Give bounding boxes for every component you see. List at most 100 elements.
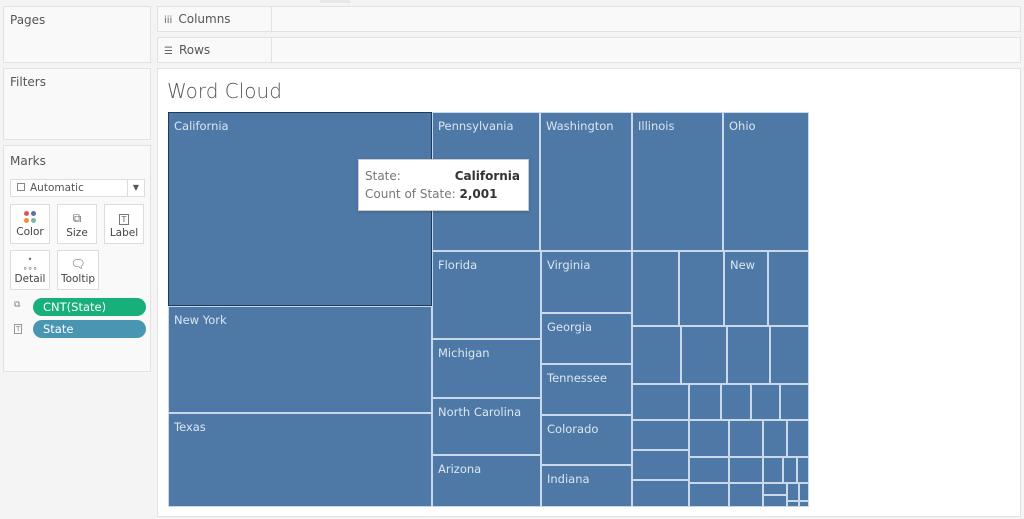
view-title: Word Cloud xyxy=(167,79,282,103)
label-icon: T xyxy=(105,209,143,227)
treemap-cell-indiana[interactable]: Indiana xyxy=(541,465,632,507)
size-pill-row: ⧉ CNT(State) xyxy=(10,298,146,316)
treemap-cell[interactable] xyxy=(768,251,809,326)
treemap-cell[interactable] xyxy=(727,326,770,384)
treemap-cell[interactable] xyxy=(679,251,724,326)
tooltip-state-key: State: xyxy=(365,169,401,183)
tooltip-count-value: 2,001 xyxy=(459,187,498,201)
cell-label: Indiana xyxy=(547,472,590,486)
rows-shelf-label: ☰ Rows xyxy=(158,38,272,62)
cell-label: Washington xyxy=(546,119,614,133)
treemap-cell-illinois[interactable]: Illinois xyxy=(632,112,723,251)
treemap-cell[interactable] xyxy=(632,384,689,420)
treemap-cell[interactable] xyxy=(681,326,727,384)
viz-view: Word Cloud California New York Texas Pennsy… xyxy=(157,68,1021,517)
treemap-cell[interactable] xyxy=(763,457,783,483)
treemap-cell-north-carolina[interactable]: North Carolina xyxy=(432,398,541,455)
treemap-cell-new[interactable]: New xyxy=(724,251,768,326)
treemap-cell[interactable] xyxy=(770,326,809,384)
treemap-cell[interactable] xyxy=(799,501,809,507)
tooltip-count-key: Count of State: xyxy=(365,187,456,201)
treemap-cell[interactable] xyxy=(763,495,787,507)
cell-label: Ohio xyxy=(729,119,756,133)
treemap-cell-michigan[interactable]: Michigan xyxy=(432,339,541,398)
tooltip-button[interactable]: 🗨 Tooltip xyxy=(57,250,99,290)
treemap-cell-texas[interactable]: Texas xyxy=(168,413,432,507)
treemap-cell[interactable] xyxy=(689,420,729,457)
treemap-cell[interactable] xyxy=(783,457,797,483)
columns-drop-area[interactable] xyxy=(272,7,1020,31)
marks-panel: Marks Automatic ▼ Color ⧉ Size T Label •… xyxy=(3,145,151,372)
columns-shelf: iii Columns xyxy=(157,6,1021,32)
treemap-cell[interactable] xyxy=(689,384,721,420)
treemap-cell-florida[interactable]: Florida xyxy=(432,251,541,339)
cell-label: Arizona xyxy=(438,462,482,476)
treemap-cell-tennessee[interactable]: Tennessee xyxy=(541,364,632,415)
cnt-state-pill[interactable]: CNT(State) xyxy=(33,298,146,316)
size-button[interactable]: ⧉ Size xyxy=(57,204,97,244)
pages-title: Pages xyxy=(10,13,46,27)
size-icon: ⧉ xyxy=(14,300,21,310)
rows-icon: ☰ xyxy=(164,46,173,57)
color-button[interactable]: Color xyxy=(10,204,50,244)
cell-label: New York xyxy=(174,313,227,327)
rows-drop-area[interactable] xyxy=(272,38,1020,62)
detail-button[interactable]: • ∘∘∘ Detail xyxy=(10,250,50,290)
treemap-cell-new-york[interactable]: New York xyxy=(168,306,432,413)
treemap-cell[interactable] xyxy=(632,480,689,507)
label-pill-row: T State xyxy=(10,320,146,338)
treemap-cell[interactable] xyxy=(763,420,787,457)
treemap-cell[interactable] xyxy=(729,420,763,457)
treemap-cell[interactable] xyxy=(787,501,799,507)
treemap-cell-arizona[interactable]: Arizona xyxy=(432,455,541,507)
treemap-cell[interactable] xyxy=(787,483,799,501)
columns-icon: iii xyxy=(164,15,173,26)
treemap-cell-washington[interactable]: Washington xyxy=(540,112,632,251)
treemap-cell[interactable] xyxy=(689,483,729,507)
cell-label: Virginia xyxy=(547,258,591,272)
cell-label: Illinois xyxy=(638,119,675,133)
tooltip-label: Tooltip xyxy=(60,273,96,285)
columns-label: Columns xyxy=(178,12,231,26)
color-label: Color xyxy=(16,226,44,238)
label-label: Label xyxy=(109,227,139,239)
treemap-cell[interactable] xyxy=(632,420,689,450)
treemap-cell[interactable] xyxy=(632,251,679,326)
detail-label: Detail xyxy=(14,273,46,285)
rows-shelf: ☰ Rows xyxy=(157,37,1021,63)
size-icon: ⧉ xyxy=(72,211,82,225)
treemap-cell[interactable] xyxy=(797,457,809,483)
tooltip-state-row: State: California xyxy=(365,169,520,185)
treemap-cell-virginia[interactable]: Virginia xyxy=(541,251,632,313)
treemap-cell[interactable] xyxy=(787,420,809,457)
tooltip-state-value: California xyxy=(454,169,520,183)
marks-title: Marks xyxy=(10,154,46,168)
color-icon xyxy=(24,211,36,223)
treemap-cell[interactable] xyxy=(632,326,681,384)
treemap-cell-georgia[interactable]: Georgia xyxy=(541,313,632,364)
treemap-cell[interactable] xyxy=(721,384,751,420)
tooltip-count-row: Count of State: 2,001 xyxy=(365,187,520,203)
rows-label: Rows xyxy=(178,43,211,57)
cell-label: Pennsylvania xyxy=(438,119,514,133)
treemap-cell[interactable] xyxy=(751,384,780,420)
top-tab-indicator xyxy=(320,0,350,3)
treemap-cell-ohio[interactable]: Ohio xyxy=(723,112,809,251)
cell-label: New xyxy=(730,258,756,272)
treemap-cell[interactable] xyxy=(799,483,809,501)
mark-type-dropdown[interactable]: Automatic ▼ xyxy=(10,179,145,197)
pages-panel[interactable]: Pages xyxy=(3,6,151,63)
state-pill[interactable]: State xyxy=(33,320,146,338)
treemap-cell[interactable] xyxy=(729,457,763,483)
chevron-down-icon[interactable]: ▼ xyxy=(127,180,144,196)
label-button[interactable]: T Label xyxy=(104,204,144,244)
treemap-cell-colorado[interactable]: Colorado xyxy=(541,415,632,465)
treemap-cell[interactable] xyxy=(689,457,729,483)
treemap-cell[interactable] xyxy=(729,483,763,507)
treemap-cell[interactable] xyxy=(780,384,809,420)
treemap-cell[interactable] xyxy=(632,450,689,480)
treemap-cell[interactable] xyxy=(763,483,787,495)
tooltip-popup: State: California Count of State: 2,001 xyxy=(358,159,529,211)
filters-panel[interactable]: Filters xyxy=(3,68,151,140)
size-label: Size xyxy=(66,227,88,239)
